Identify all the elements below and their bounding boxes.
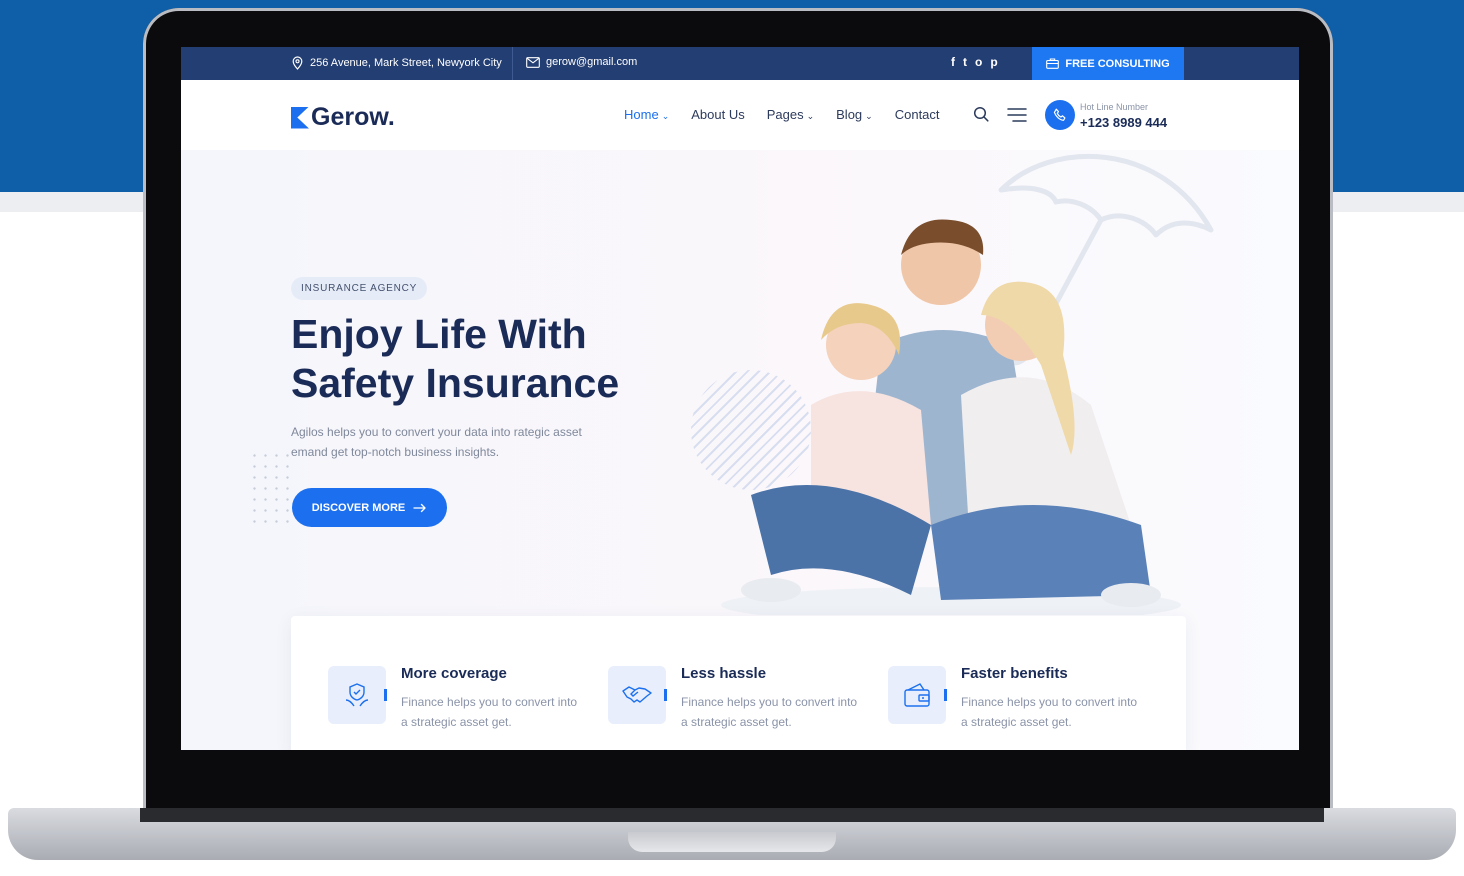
feature-title: Less hassle <box>681 665 767 682</box>
nav-label-pages: Pages <box>766 107 804 122</box>
address-text: 256 Avenue, Mark Street, Newyork City <box>310 57 502 69</box>
feature-text: Finance helps you to convert into a stra… <box>681 692 871 732</box>
free-consulting-label: FREE CONSULTING <box>1065 57 1170 70</box>
topbar-divider <box>512 47 513 80</box>
wallet-icon <box>888 666 946 724</box>
feature-text-line2: a strategic asset get. <box>681 715 792 729</box>
logo-mark-icon <box>291 106 309 129</box>
laptop-screen: 256 Avenue, Mark Street, Newyork City ge… <box>181 47 1299 750</box>
insurance-agency-tag: INSURANCE AGENCY <box>291 277 428 300</box>
nav-item-about[interactable]: About Us <box>691 107 744 122</box>
location-pin-icon <box>292 56 303 70</box>
hero-title-line2: Safety Insurance <box>291 360 620 406</box>
twitter-icon[interactable]: t <box>963 55 967 69</box>
feature-accent-bar <box>384 689 387 701</box>
hero-description: Agilos helps you to convert your data in… <box>291 422 621 462</box>
shield-hands-icon <box>328 666 386 724</box>
handshake-icon <box>608 666 666 724</box>
discover-more-button[interactable]: DISCOVER MORE <box>292 488 447 527</box>
laptop-notch <box>628 832 836 852</box>
feature-more-coverage: More coverage Finance helps you to conve… <box>291 616 577 750</box>
site-logo[interactable]: Gerow. <box>291 103 395 132</box>
email-text[interactable]: gerow@gmail.com <box>546 56 637 68</box>
discover-more-label: DISCOVER MORE <box>311 501 406 514</box>
topbar-address: 256 Avenue, Mark Street, Newyork City <box>291 56 502 70</box>
main-header: Gerow. Home ⌄ About Us Pages ⌄ Blog ⌄ Conta… <box>181 80 1299 150</box>
nav-item-blog[interactable]: Blog ⌄ <box>836 107 873 122</box>
arrow-right-icon <box>413 503 426 512</box>
hero-section: INSURANCE AGENCY Enjoy Life With Safety … <box>181 150 1299 750</box>
feature-text-line1: Finance helps you to convert into <box>401 695 578 709</box>
hotline-number[interactable]: +123 8989 444 <box>1080 115 1167 130</box>
feature-text-line2: a strategic asset get. <box>961 715 1072 729</box>
phone-icon[interactable] <box>1045 100 1075 130</box>
hotline-label: Hot Line Number <box>1080 102 1149 112</box>
topbar: 256 Avenue, Mark Street, Newyork City ge… <box>181 47 1299 80</box>
envelope-icon <box>526 56 540 68</box>
feature-text-line1: Finance helps you to convert into <box>681 695 858 709</box>
instagram-icon[interactable]: o <box>975 55 982 69</box>
feature-text: Finance helps you to convert into a stra… <box>961 692 1151 732</box>
feature-title: More coverage <box>401 665 507 682</box>
feature-title: Faster benefits <box>961 665 1068 682</box>
chevron-down-icon: ⌄ <box>865 111 873 121</box>
chevron-down-icon: ⌄ <box>806 111 815 121</box>
feature-text-line2: a strategic asset get. <box>401 715 512 729</box>
hero-description-line2: emand get top-notch business insights. <box>291 445 500 459</box>
family-photo <box>721 219 1181 615</box>
features-card: More coverage Finance helps you to conve… <box>291 616 1186 750</box>
nav-label-contact: Contact <box>894 107 940 122</box>
feature-faster-benefits: Faster benefits Finance helps you to con… <box>851 616 1137 750</box>
feature-accent-bar <box>944 689 947 701</box>
nav-label-about: About Us <box>691 107 745 122</box>
logo-text: Gerow. <box>311 103 395 131</box>
nav-item-contact[interactable]: Contact <box>895 107 940 122</box>
social-links: f t o p <box>951 55 998 69</box>
pinterest-icon[interactable]: p <box>990 55 997 69</box>
main-nav: Home ⌄ About Us Pages ⌄ Blog ⌄ Contact <box>624 107 940 122</box>
topbar-email[interactable]: gerow@gmail.com <box>526 56 637 68</box>
nav-label-home: Home <box>624 107 659 122</box>
search-icon[interactable] <box>973 106 989 122</box>
laptop-hinge <box>140 808 1324 822</box>
free-consulting-button[interactable]: FREE CONSULTING <box>1032 47 1184 80</box>
facebook-icon[interactable]: f <box>951 55 955 69</box>
briefcase-icon <box>1046 58 1060 69</box>
hero-description-line1: Agilos helps you to convert your data in… <box>291 425 582 439</box>
nav-item-pages[interactable]: Pages ⌄ <box>767 107 814 122</box>
hamburger-menu-icon[interactable] <box>1007 108 1027 122</box>
hero-title: Enjoy Life With Safety Insurance <box>291 310 691 408</box>
feature-text: Finance helps you to convert into a stra… <box>401 692 591 732</box>
nav-item-home[interactable]: Home ⌄ <box>624 107 669 122</box>
nav-label-blog: Blog <box>836 107 863 122</box>
hero-title-line1: Enjoy Life With <box>291 311 587 357</box>
feature-accent-bar <box>664 689 667 701</box>
feature-less-hassle: Less hassle Finance helps you to convert… <box>571 616 857 750</box>
feature-text-line1: Finance helps you to convert into <box>961 695 1138 709</box>
chevron-down-icon: ⌄ <box>661 111 670 121</box>
decorative-dot-grid <box>249 450 293 524</box>
